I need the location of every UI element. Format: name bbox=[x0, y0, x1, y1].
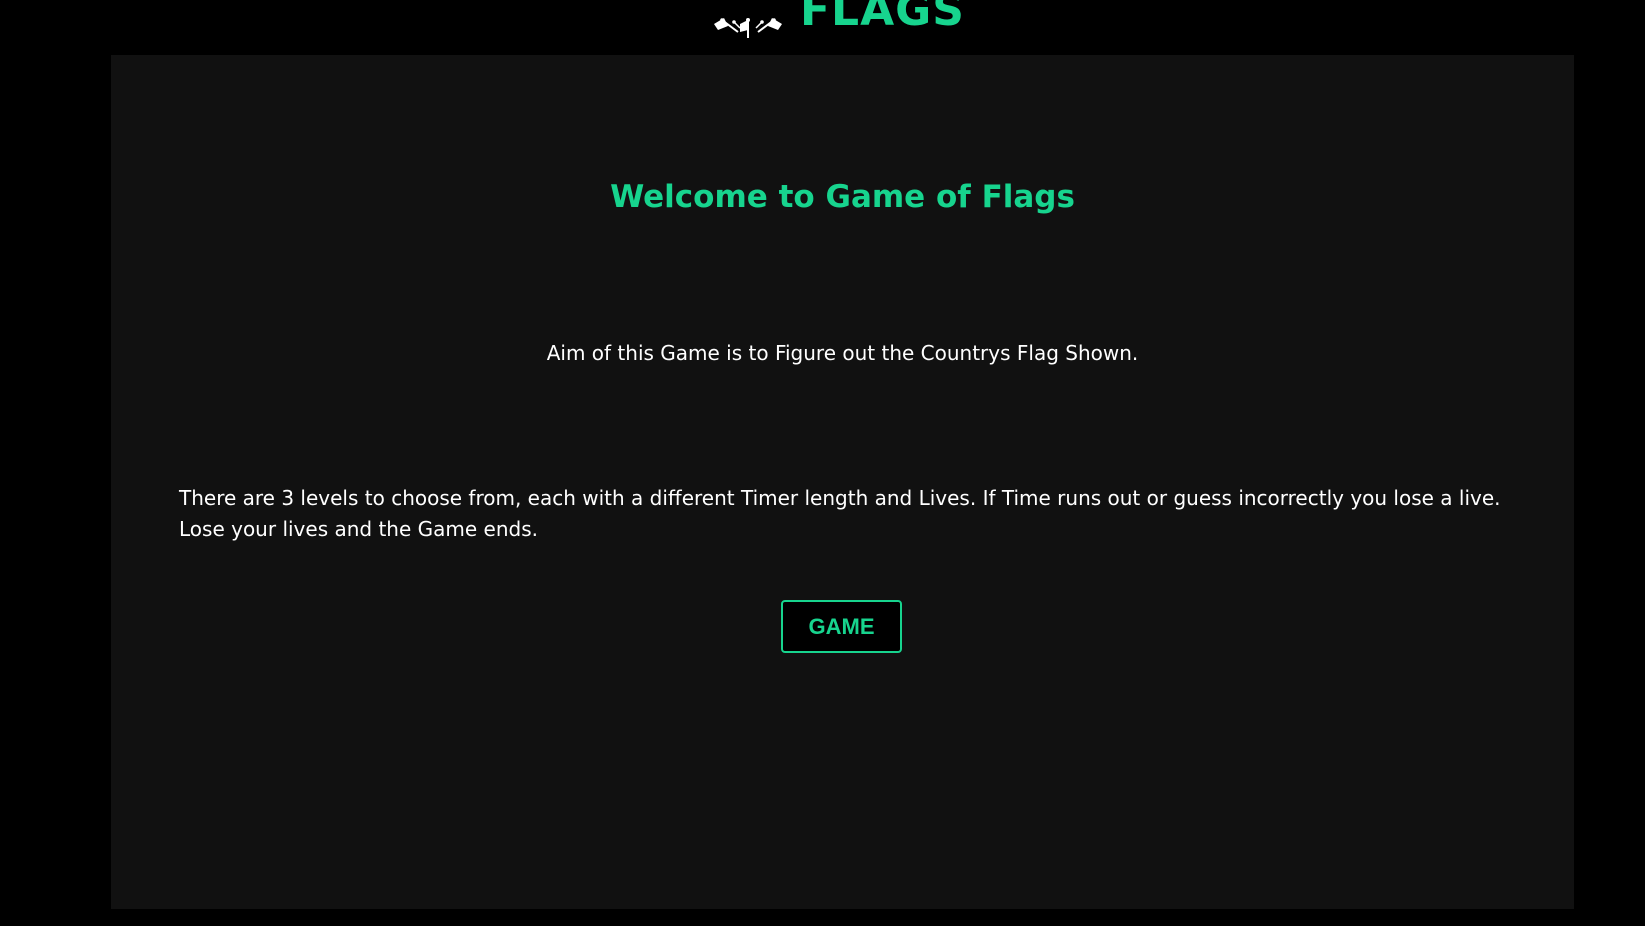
crossed-flags-logo-icon bbox=[714, 18, 782, 38]
site-header: FLAGS bbox=[0, 0, 1645, 55]
levels-description: There are 3 levels to choose from, each … bbox=[179, 486, 1501, 541]
logo[interactable]: FLAGS bbox=[700, 0, 965, 40]
welcome-panel: Welcome to Game of Flags Aim of this Gam… bbox=[111, 55, 1574, 909]
game-button[interactable]: GAME bbox=[781, 600, 902, 653]
aim-description: Aim of this Game is to Figure out the Co… bbox=[546, 341, 1139, 365]
page-title: Welcome to Game of Flags bbox=[610, 179, 1075, 215]
logo-text: FLAGS bbox=[800, 0, 965, 36]
